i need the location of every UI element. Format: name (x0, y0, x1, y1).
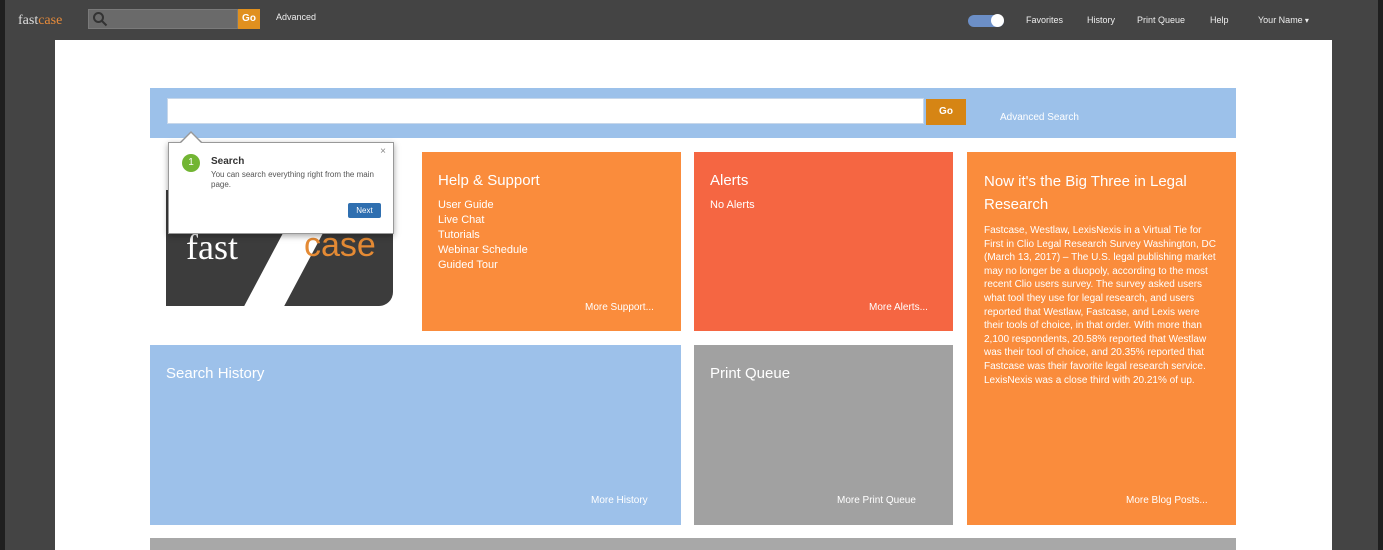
tooltip-title: Search (211, 156, 245, 167)
help-link-guided-tour[interactable]: Guided Tour (438, 258, 681, 273)
help-link-user-guide[interactable]: User Guide (438, 198, 681, 213)
close-icon[interactable]: × (380, 146, 386, 157)
tooltip-step-badge: 1 (182, 154, 200, 172)
help-link-live-chat[interactable]: Live Chat (438, 213, 681, 228)
search-history-tile: Search History More History (150, 345, 681, 525)
news-title[interactable]: Now it's the Big Three in Legal Research (984, 170, 1218, 216)
user-menu[interactable]: Your Name (1258, 15, 1309, 25)
alerts-status: No Alerts (710, 199, 755, 211)
guided-tour-tooltip: 1 Search You can search everything right… (168, 142, 394, 234)
advanced-search-link[interactable]: Advanced Search (1000, 112, 1079, 123)
nav-favorites[interactable]: Favorites (1026, 15, 1063, 25)
nav-print-queue[interactable]: Print Queue (1137, 15, 1185, 25)
more-history-link[interactable]: More History (591, 495, 648, 506)
print-queue-title: Print Queue (710, 365, 791, 382)
print-queue-tile: Print Queue More Print Queue (694, 345, 953, 525)
blog-news-tile: Now it's the Big Three in Legal Research… (967, 152, 1236, 525)
alerts-title: Alerts (710, 172, 749, 189)
top-search-input[interactable] (88, 9, 238, 29)
logo-case-text: case (38, 13, 63, 28)
top-search-go-button[interactable]: Go (238, 9, 260, 29)
bottom-tile-strip (150, 538, 1236, 550)
tooltip-next-button[interactable]: Next (348, 203, 381, 218)
help-link-tutorials[interactable]: Tutorials (438, 228, 681, 243)
main-search-input[interactable] (167, 98, 924, 124)
top-bar: fastcase Go Advanced Favorites History P… (0, 0, 1383, 40)
logo-fast-text: fast (18, 13, 39, 28)
search-icon (93, 12, 108, 27)
mode-toggle[interactable] (968, 14, 1004, 27)
toggle-knob (991, 14, 1004, 27)
nav-help[interactable]: Help (1210, 15, 1229, 25)
more-support-link[interactable]: More Support... (585, 302, 654, 313)
more-alerts-link[interactable]: More Alerts... (869, 302, 928, 313)
help-links: User Guide Live Chat Tutorials Webinar S… (438, 198, 681, 273)
news-body: Fastcase, Westlaw, LexisNexis in a Virtu… (984, 225, 1216, 386)
more-blog-posts-link[interactable]: More Blog Posts... (1126, 495, 1208, 506)
top-advanced-link[interactable]: Advanced (276, 12, 316, 22)
history-title: Search History (166, 365, 265, 382)
alerts-tile: Alerts No Alerts More Alerts... (694, 152, 953, 331)
nav-history[interactable]: History (1087, 15, 1115, 25)
app-logo[interactable]: fastcase (18, 13, 62, 29)
tooltip-body: You can search everything right from the… (211, 170, 374, 189)
help-link-webinar[interactable]: Webinar Schedule (438, 243, 681, 258)
tooltip-arrow-inner (181, 133, 201, 143)
main-search-go-button[interactable]: Go (926, 99, 966, 125)
help-support-tile: Help & Support User Guide Live Chat Tuto… (422, 152, 681, 331)
help-title: Help & Support (438, 172, 540, 189)
more-print-queue-link[interactable]: More Print Queue (837, 495, 916, 506)
